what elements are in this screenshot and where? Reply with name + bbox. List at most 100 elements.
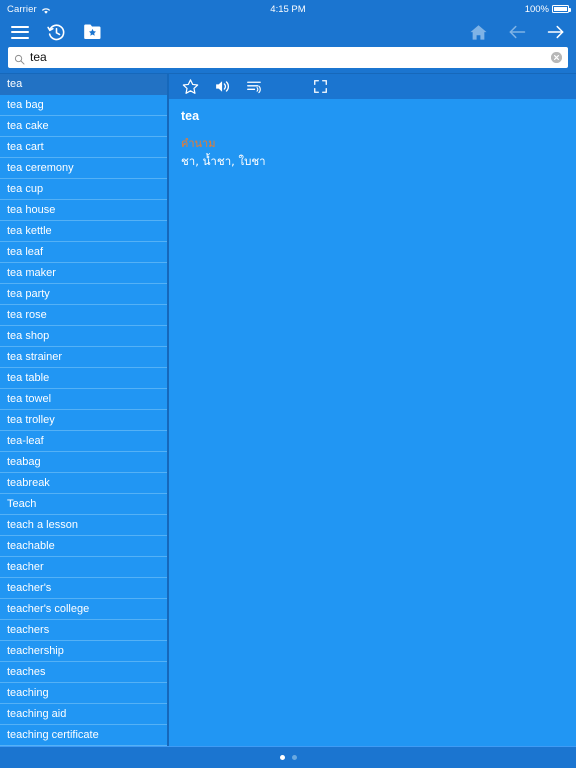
word-list-item[interactable]: tea table bbox=[0, 368, 167, 389]
page-dot[interactable] bbox=[279, 755, 285, 760]
headword: tea bbox=[181, 109, 200, 123]
word-list-item-label: teachership bbox=[7, 645, 64, 657]
word-list-item[interactable]: tea cake bbox=[0, 116, 167, 137]
app-root: Carrier 4:15 PM 100% tea tea tea bag tea… bbox=[0, 0, 576, 768]
battery-percent-label: 100% bbox=[524, 3, 549, 15]
fullscreen-button[interactable] bbox=[310, 77, 330, 97]
history-clock-icon bbox=[46, 23, 66, 42]
word-list-item[interactable]: tea cart bbox=[0, 137, 167, 158]
word-list-item-label: tea kettle bbox=[7, 225, 52, 237]
word-list-item-label: teaching certificate bbox=[7, 729, 99, 741]
word-list-item[interactable]: tea bag bbox=[0, 95, 167, 116]
word-list-item[interactable]: tea rose bbox=[0, 305, 167, 326]
word-list-item-label: teabreak bbox=[7, 477, 50, 489]
word-list-item[interactable]: tea-leaf bbox=[0, 431, 167, 452]
word-list-item-label: tea rose bbox=[7, 309, 47, 321]
word-list-item-label: tea towel bbox=[7, 393, 52, 405]
home-button[interactable] bbox=[467, 21, 489, 43]
search-clear-button[interactable] bbox=[551, 52, 562, 63]
word-list-item[interactable]: teachable bbox=[0, 536, 167, 557]
word-list-item[interactable]: tea ceremony bbox=[0, 158, 167, 179]
search-bar[interactable]: tea bbox=[8, 47, 568, 68]
word-list-item-label: tea strainer bbox=[7, 351, 63, 363]
speak-word-button[interactable] bbox=[212, 77, 232, 97]
status-bar-clock: 4:15 PM bbox=[0, 0, 576, 18]
word-list-item-label: tea house bbox=[7, 204, 56, 216]
word-list-item[interactable]: tea house bbox=[0, 200, 167, 221]
word-list-item[interactable]: teacher's college bbox=[0, 599, 167, 620]
word-list-item[interactable]: teaching certificate bbox=[0, 725, 167, 746]
status-bar: Carrier 4:15 PM 100% bbox=[0, 0, 576, 18]
word-list-item[interactable]: tea leaf bbox=[0, 242, 167, 263]
status-bar-left: Carrier bbox=[7, 4, 51, 15]
word-list-item-label: tea cart bbox=[7, 141, 44, 153]
detail-pane: tea คำนาม ชา, น้ำชา, ใบชา bbox=[169, 74, 576, 746]
word-list-item-label: teacher's bbox=[7, 582, 52, 594]
word-list-item[interactable]: teachers bbox=[0, 620, 167, 641]
word-list-item[interactable]: teacher's bbox=[0, 578, 167, 599]
word-list-item-label: teaching bbox=[7, 687, 49, 699]
word-list-item-label: tea cake bbox=[7, 120, 49, 132]
word-list-item-label: teachable bbox=[7, 540, 55, 552]
word-list-item-label: tea maker bbox=[7, 267, 56, 279]
page-dot[interactable] bbox=[291, 755, 297, 760]
navigation-bar-left bbox=[9, 21, 103, 43]
word-list-item[interactable]: teaches bbox=[0, 662, 167, 683]
hamburger-menu-icon bbox=[11, 25, 29, 39]
wifi-icon bbox=[41, 6, 51, 15]
word-list-item[interactable]: teabreak bbox=[0, 473, 167, 494]
definition-area: tea คำนาม ชา, น้ำชา, ใบชา bbox=[169, 99, 576, 746]
word-list-item[interactable]: teacher bbox=[0, 557, 167, 578]
word-list-item[interactable]: tea maker bbox=[0, 263, 167, 284]
speak-definition-button[interactable] bbox=[244, 77, 264, 97]
history-button[interactable] bbox=[45, 21, 67, 43]
search-bar-container: tea bbox=[0, 46, 576, 73]
word-list-item[interactable]: tea shop bbox=[0, 326, 167, 347]
star-outline-icon bbox=[182, 78, 199, 95]
page-indicator bbox=[0, 746, 576, 768]
lines-sound-icon bbox=[246, 78, 263, 95]
word-list[interactable]: tea tea bag tea cake tea cart tea ceremony te… bbox=[0, 74, 169, 746]
word-list-item-label: teacher's college bbox=[7, 603, 90, 615]
word-list-item[interactable]: teaching aid bbox=[0, 704, 167, 725]
word-list-item[interactable]: teaching bbox=[0, 683, 167, 704]
detail-toolbar bbox=[169, 74, 576, 99]
search-input[interactable]: tea bbox=[30, 47, 551, 68]
word-list-item-label: tea shop bbox=[7, 330, 50, 342]
word-list-item[interactable]: Teach bbox=[0, 494, 167, 515]
battery-full-icon bbox=[552, 5, 571, 13]
word-list-item-label: teabag bbox=[7, 456, 41, 468]
favorites-folder-star-icon bbox=[83, 23, 102, 41]
word-list-item-label: tea trolley bbox=[7, 414, 55, 426]
fullscreen-expand-icon bbox=[313, 79, 328, 94]
navigation-bar bbox=[0, 18, 576, 46]
word-list-item[interactable]: tea party bbox=[0, 284, 167, 305]
word-list-item[interactable]: teachership bbox=[0, 641, 167, 662]
word-list-item[interactable]: tea cup bbox=[0, 179, 167, 200]
word-list-item-label: teaching aid bbox=[7, 708, 67, 720]
word-list-item[interactable]: tea bbox=[0, 74, 167, 95]
favorites-button[interactable] bbox=[81, 21, 103, 43]
word-list-item-label: tea-leaf bbox=[7, 435, 44, 447]
word-list-item-label: tea leaf bbox=[7, 246, 44, 258]
word-list-item-label: tea bbox=[7, 78, 23, 90]
favorite-star-button[interactable] bbox=[180, 77, 200, 97]
home-icon bbox=[469, 23, 488, 42]
word-list-item[interactable]: tea towel bbox=[0, 389, 167, 410]
word-list-item[interactable]: teach a lesson bbox=[0, 515, 167, 536]
word-list-item-label: tea table bbox=[7, 372, 50, 384]
menu-button[interactable] bbox=[9, 21, 31, 43]
word-list-item-label: tea ceremony bbox=[7, 162, 74, 174]
word-list-item[interactable]: teabag bbox=[0, 452, 167, 473]
word-list-item-label: teach a lesson bbox=[7, 519, 78, 531]
main-content: tea tea bag tea cake tea cart tea ceremony te… bbox=[0, 73, 576, 746]
word-list-item[interactable]: tea strainer bbox=[0, 347, 167, 368]
word-list-item-label: teaches bbox=[7, 666, 46, 678]
word-list-item-label: Teach bbox=[7, 498, 37, 510]
word-list-item-label: tea bag bbox=[7, 99, 44, 111]
back-button[interactable] bbox=[506, 21, 528, 43]
word-list-item[interactable]: tea trolley bbox=[0, 410, 167, 431]
word-list-item[interactable]: tea kettle bbox=[0, 221, 167, 242]
word-list-item-label: teacher bbox=[7, 561, 44, 573]
forward-button[interactable] bbox=[545, 21, 567, 43]
